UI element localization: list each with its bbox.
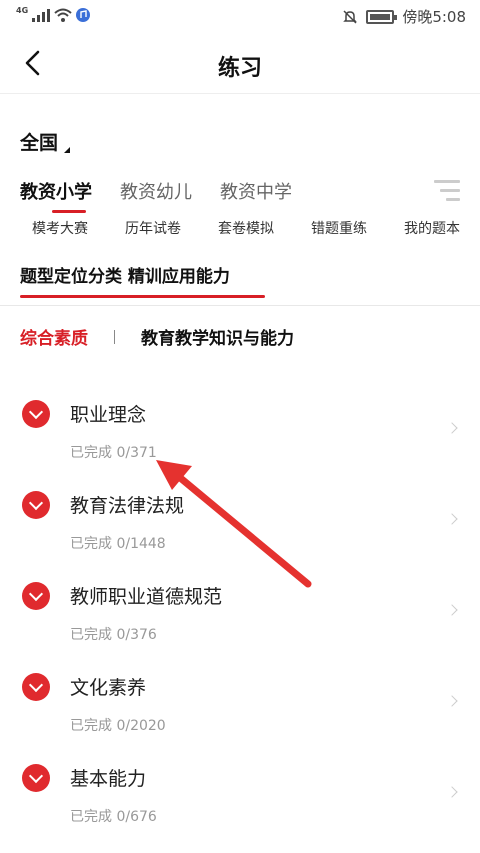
expand-chevron-icon[interactable] bbox=[22, 673, 50, 701]
tab-education-knowledge[interactable]: 教育教学知识与能力 bbox=[141, 324, 294, 349]
chapter-progress: 已完成 0/371 bbox=[70, 445, 157, 461]
chapter-list: 职业理念 已完成 0/371 教育法律法规 已完成 0/1448 教师职业道德规… bbox=[0, 390, 480, 845]
region-label: 全国 bbox=[20, 132, 59, 154]
nav-my-question-book[interactable]: 我的题本 bbox=[404, 218, 460, 238]
chapter-name: 文化素养 bbox=[70, 677, 147, 699]
divider bbox=[0, 305, 480, 306]
nav-wrong-questions[interactable]: 错题重练 bbox=[311, 218, 367, 238]
chevron-right-icon bbox=[446, 786, 458, 798]
chapter-name: 基本能力 bbox=[70, 768, 147, 790]
page-title: 练习 bbox=[217, 56, 262, 81]
tab-kindergarten[interactable]: 教资幼儿 bbox=[120, 178, 192, 204]
practice-screen: 4G 傍晚5:08 练习 全国 教资小学 教资幼儿 教资中学 模考大赛 历年试卷… bbox=[0, 0, 480, 853]
tab-separator bbox=[114, 329, 115, 344]
nav-paper-simulation[interactable]: 套卷模拟 bbox=[218, 218, 274, 238]
chevron-right-icon bbox=[446, 604, 458, 616]
chapter-progress: 已完成 0/2020 bbox=[70, 718, 166, 734]
bell-muted-icon bbox=[343, 9, 358, 24]
tab-comprehensive-quality[interactable]: 综合素质 bbox=[20, 324, 88, 349]
section-title: 题型定位分类 精训应用能力 bbox=[20, 267, 230, 287]
list-item[interactable]: 教师职业道德规范 已完成 0/376 bbox=[0, 572, 480, 663]
dropdown-triangle-icon bbox=[64, 147, 71, 153]
clock-time: 傍晚5:08 bbox=[402, 8, 466, 26]
chevron-right-icon bbox=[446, 422, 458, 434]
chapter-progress: 已完成 0/676 bbox=[70, 809, 157, 825]
practice-mode-nav: 模考大赛 历年试卷 套卷模拟 错题重练 我的题本 bbox=[32, 218, 460, 238]
expand-chevron-icon[interactable] bbox=[22, 491, 50, 519]
list-item[interactable]: 职业理念 已完成 0/371 bbox=[0, 390, 480, 481]
chevron-right-icon bbox=[446, 513, 458, 525]
expand-chevron-icon[interactable] bbox=[22, 582, 50, 610]
chapter-name: 教师职业道德规范 bbox=[70, 586, 223, 608]
wifi-icon bbox=[54, 8, 72, 22]
battery-icon bbox=[366, 9, 398, 24]
status-right: 傍晚5:08 bbox=[342, 6, 466, 27]
chapter-name: 职业理念 bbox=[70, 404, 147, 426]
list-item[interactable]: 基本能力 已完成 0/676 bbox=[0, 754, 480, 845]
status-left: 4G bbox=[16, 5, 91, 22]
region-selector[interactable]: 全国 bbox=[20, 128, 71, 155]
chapter-name: 教育法律法规 bbox=[70, 495, 185, 517]
tab-primary-school[interactable]: 教资小学 bbox=[20, 178, 92, 213]
subject-tabs: 综合素质 教育教学知识与能力 bbox=[20, 324, 294, 349]
top-header: 练习 bbox=[0, 34, 480, 94]
section-underline bbox=[20, 295, 265, 298]
nav-past-papers[interactable]: 历年试卷 bbox=[125, 218, 181, 238]
exam-type-tabs: 教资小学 教资幼儿 教资中学 bbox=[20, 178, 292, 213]
nav-mock-contest[interactable]: 模考大赛 bbox=[32, 218, 88, 238]
expand-chevron-icon[interactable] bbox=[22, 764, 50, 792]
filter-menu-icon[interactable] bbox=[434, 180, 460, 202]
list-item[interactable]: 文化素养 已完成 0/2020 bbox=[0, 663, 480, 754]
signal-icon bbox=[32, 8, 51, 22]
chapter-progress: 已完成 0/376 bbox=[70, 627, 157, 643]
list-item[interactable]: 教育法律法规 已完成 0/1448 bbox=[0, 481, 480, 572]
chapter-progress: 已完成 0/1448 bbox=[70, 536, 166, 552]
music-app-icon bbox=[76, 8, 91, 22]
status-bar: 4G 傍晚5:08 bbox=[0, 0, 480, 34]
tab-middle-school[interactable]: 教资中学 bbox=[220, 178, 292, 204]
chevron-right-icon bbox=[446, 695, 458, 707]
network-type: 4G bbox=[16, 5, 29, 15]
expand-chevron-icon[interactable] bbox=[22, 400, 50, 428]
